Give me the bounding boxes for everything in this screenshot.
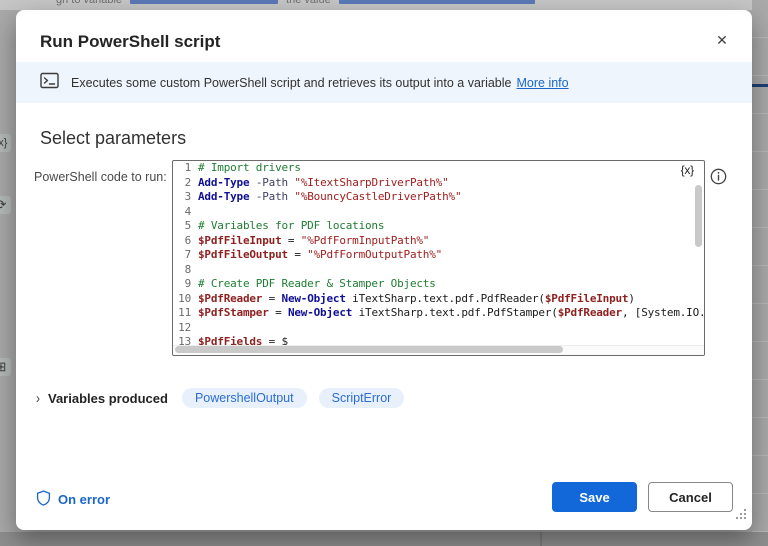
backdrop-text-fragment: gn to variable (56, 0, 123, 6)
backdrop-action-text: gn to variable the value (56, 0, 543, 6)
on-error-button[interactable]: On error (36, 490, 110, 509)
code-line: 3 Add-Type -Path "%BouncyCastleDriverPath… (184, 190, 462, 203)
code-field-label: PowerShell code to run: (34, 170, 167, 184)
dialog-title: Run PowerShell script (40, 32, 221, 51)
run-powershell-dialog: Run PowerShell script ✕ Executes some cu… (16, 10, 752, 530)
code-line: 12 (178, 320, 191, 334)
code-line: 1 # Import drivers (184, 161, 301, 174)
backdrop-divider-line (752, 84, 768, 87)
variable-chip[interactable]: ScriptError (318, 388, 405, 408)
code-line: 9 # Create PDF Reader & Stamper Objects (184, 277, 436, 290)
backdrop-text-fragment: the value (286, 0, 331, 6)
editor-horizontal-scrollbar[interactable] (175, 346, 563, 353)
cancel-button[interactable]: Cancel (648, 482, 733, 512)
code-line: 6 $PdfFileInput = "%PdfFormInputPath%" (184, 233, 430, 247)
editor-vertical-scrollbar[interactable] (695, 185, 702, 247)
variables-produced-toggle[interactable]: › Variables produced PowershellOutput Scr… (36, 388, 416, 408)
variables-chips: PowershellOutput ScriptError (181, 388, 416, 408)
section-heading: Select parameters (40, 128, 187, 148)
backdrop-bottom-bar (0, 532, 768, 546)
more-info-link[interactable]: More info (517, 76, 569, 90)
variable-chip[interactable]: PowershellOutput (181, 388, 307, 408)
backdrop-form-icon: ⊞ (0, 358, 11, 376)
variable-picker-button[interactable]: {x} (678, 163, 696, 177)
on-error-label: On error (58, 492, 111, 507)
code-line: 8 (184, 262, 192, 276)
backdrop-loop-icon: ⟳ (0, 196, 11, 214)
code-line: 11 $PdfStamper = New-Object iTextSharp.te… (178, 306, 704, 319)
backdrop-bottom-divider (540, 532, 542, 546)
description-text: Executes some custom PowerShell script a… (71, 75, 512, 90)
backdrop-top-strip: gn to variable the value (0, 0, 768, 10)
powershell-code-editor[interactable]: 1 # Import drivers 2 Add-Type -Path "%Itext… (172, 160, 705, 356)
code-line: 10 $PdfReader = New-Object iTextSharp.tex… (178, 291, 635, 305)
backdrop-right-strip (752, 0, 768, 546)
backdrop-value-link (338, 0, 535, 5)
code-line: 7 $PdfFileOutput = "%PdfFormOutputPath%" (184, 248, 443, 261)
resize-grip[interactable] (735, 507, 747, 525)
backdrop-variable-link (130, 0, 279, 5)
close-icon[interactable]: ✕ (710, 28, 734, 52)
console-icon (40, 72, 59, 94)
code-line: 4 (184, 204, 192, 218)
description-bar: Executes some custom PowerShell script a… (16, 62, 752, 103)
save-button[interactable]: Save (552, 482, 637, 512)
code-lines: 1 # Import drivers 2 Add-Type -Path "%Itext… (173, 161, 704, 350)
screen: gn to variable the value {x} ⟳ ⊞ Run Powe… (0, 0, 768, 546)
code-line: 2 Add-Type -Path "%ItextSharpDriverPath%" (184, 175, 449, 189)
backdrop-variable-icon: {x} (0, 134, 11, 152)
info-icon[interactable] (710, 168, 727, 185)
chevron-right-icon: › (36, 389, 40, 407)
code-line: 5 # Variables for PDF locations (184, 219, 385, 232)
variables-produced-label: Variables produced (48, 390, 168, 406)
shield-icon (36, 490, 51, 509)
